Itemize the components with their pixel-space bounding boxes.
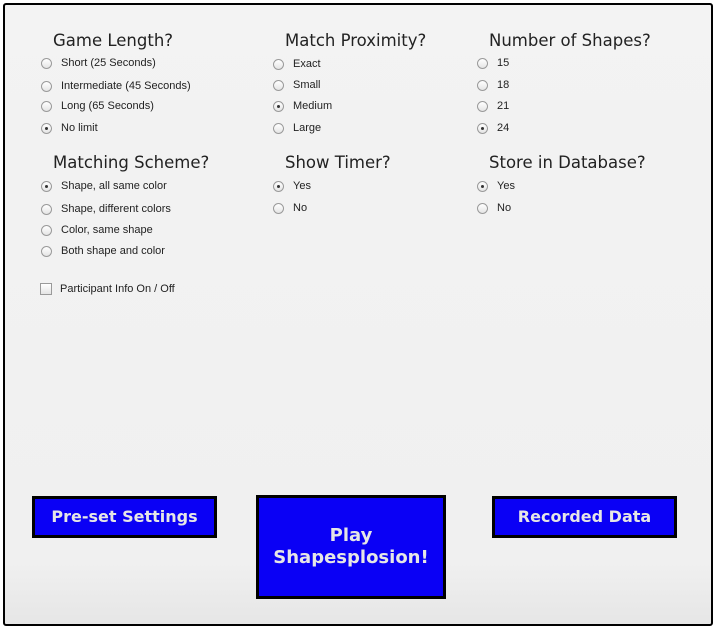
number-of-shapes-option-label: 18 xyxy=(497,79,510,91)
number-of-shapes-option-label: 15 xyxy=(497,57,510,69)
matching-scheme-option-label: Shape, all same color xyxy=(61,180,167,192)
play-game-button[interactable]: Play Shapesplosion! xyxy=(256,495,446,599)
number-of-shapes-option-24[interactable]: 24 xyxy=(477,120,509,136)
store-in-database-option-label: Yes xyxy=(497,180,515,192)
recorded-data-button[interactable]: Recorded Data xyxy=(492,496,677,538)
match-proximity-title: Match Proximity? xyxy=(285,31,427,50)
matching-scheme-title: Matching Scheme? xyxy=(53,153,210,172)
show-timer-option-label: Yes xyxy=(293,180,311,192)
store-in-database-option-label: No xyxy=(497,202,512,214)
radio-button[interactable] xyxy=(477,180,488,192)
show-timer-option-no[interactable]: No xyxy=(273,200,307,216)
game-length-title: Game Length? xyxy=(53,31,174,50)
radio-button[interactable] xyxy=(41,57,52,69)
show-timer-title: Show Timer? xyxy=(285,153,391,172)
radio-button[interactable] xyxy=(41,100,52,112)
participant-info-checkbox[interactable] xyxy=(40,283,52,295)
game-length-option-long[interactable]: Long (65 Seconds) xyxy=(41,98,154,114)
matching-scheme-option-shape-different-colors[interactable]: Shape, different colors xyxy=(41,201,171,217)
game-length-option-short[interactable]: Short (25 Seconds) xyxy=(41,55,156,71)
number-of-shapes-option-18[interactable]: 18 xyxy=(477,77,509,93)
game-length-option-label: Short (25 Seconds) xyxy=(61,57,156,69)
matching-scheme-option-color-same-shape[interactable]: Color, same shape xyxy=(41,222,153,238)
radio-button[interactable] xyxy=(273,58,284,70)
radio-button[interactable] xyxy=(477,79,488,91)
game-length-option-intermediate[interactable]: Intermediate (45 Seconds) xyxy=(41,78,191,94)
match-proximity-option-label: Medium xyxy=(293,100,333,112)
participant-info-toggle[interactable]: Participant Info On / Off xyxy=(40,282,175,296)
radio-button[interactable] xyxy=(273,79,284,91)
radio-button[interactable] xyxy=(41,80,52,92)
number-of-shapes-option-21[interactable]: 21 xyxy=(477,98,509,114)
store-in-database-option-no[interactable]: No xyxy=(477,200,511,216)
match-proximity-option-exact[interactable]: Exact xyxy=(273,56,321,72)
radio-button[interactable] xyxy=(273,180,284,192)
game-length-option-no-limit[interactable]: No limit xyxy=(41,120,98,136)
show-timer-option-label: No xyxy=(293,202,308,214)
match-proximity-option-label: Large xyxy=(293,122,322,134)
radio-button[interactable] xyxy=(477,122,488,134)
radio-button[interactable] xyxy=(273,122,284,134)
radio-button[interactable] xyxy=(41,180,52,192)
number-of-shapes-option-label: 24 xyxy=(497,122,510,134)
matching-scheme-option-label: Color, same shape xyxy=(61,224,153,236)
matching-scheme-option-label: Shape, different colors xyxy=(61,203,171,215)
participant-info-label: Participant Info On / Off xyxy=(60,283,175,295)
number-of-shapes-title: Number of Shapes? xyxy=(489,31,651,50)
radio-button[interactable] xyxy=(41,245,52,257)
game-length-option-label: Long (65 Seconds) xyxy=(61,100,154,112)
matching-scheme-option-shape-same-color[interactable]: Shape, all same color xyxy=(41,178,167,194)
matching-scheme-option-label: Both shape and color xyxy=(61,245,165,257)
radio-button[interactable] xyxy=(273,202,284,214)
match-proximity-option-medium[interactable]: Medium xyxy=(273,98,332,114)
radio-button[interactable] xyxy=(273,100,284,112)
radio-button[interactable] xyxy=(477,202,488,214)
game-length-option-label: Intermediate (45 Seconds) xyxy=(61,80,191,92)
match-proximity-option-label: Exact xyxy=(293,58,321,70)
match-proximity-option-small[interactable]: Small xyxy=(273,77,321,93)
number-of-shapes-option-15[interactable]: 15 xyxy=(477,55,509,71)
show-timer-option-yes[interactable]: Yes xyxy=(273,178,311,194)
radio-button[interactable] xyxy=(477,57,488,69)
store-in-database-title: Store in Database? xyxy=(489,153,646,172)
radio-button[interactable] xyxy=(41,122,52,134)
match-proximity-option-label: Small xyxy=(293,79,321,91)
preset-settings-button[interactable]: Pre-set Settings xyxy=(32,496,217,538)
game-length-option-label: No limit xyxy=(61,122,98,134)
store-in-database-option-yes[interactable]: Yes xyxy=(477,178,515,194)
radio-button[interactable] xyxy=(477,100,488,112)
radio-button[interactable] xyxy=(41,203,52,215)
radio-button[interactable] xyxy=(41,224,52,236)
matching-scheme-option-both[interactable]: Both shape and color xyxy=(41,243,165,259)
match-proximity-option-large[interactable]: Large xyxy=(273,120,321,136)
number-of-shapes-option-label: 21 xyxy=(497,100,510,112)
